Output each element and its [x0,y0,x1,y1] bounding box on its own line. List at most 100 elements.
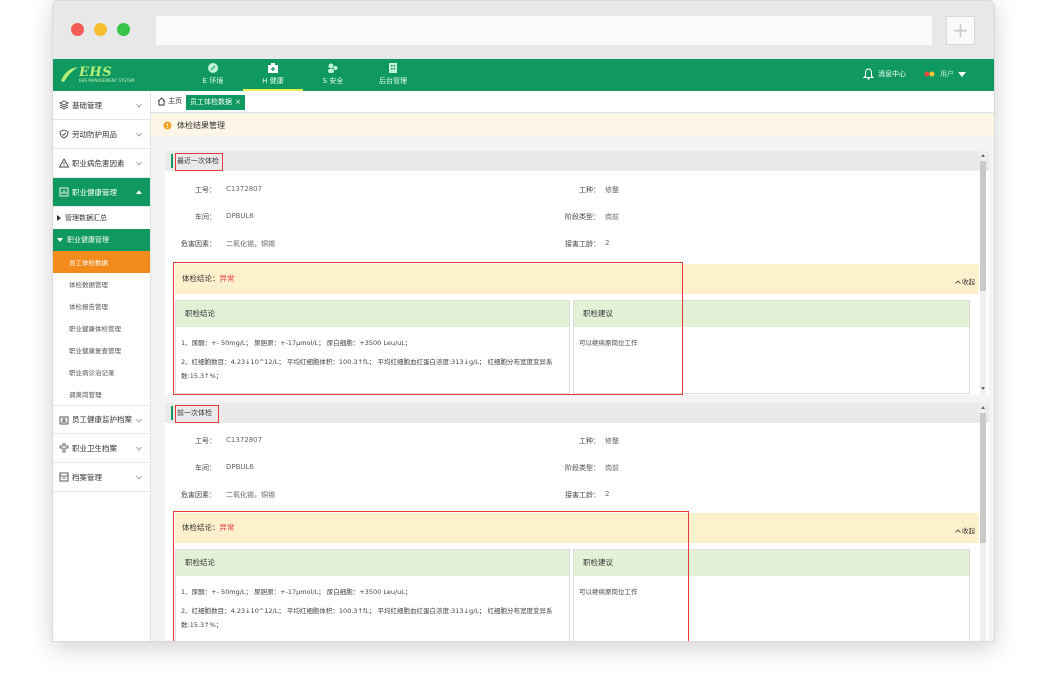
caret-down-icon [57,238,63,242]
exposure-years-value: 2 [605,239,610,247]
message-center-link[interactable]: 消息中心 [878,69,906,79]
header-actions: 消息中心 用户 [863,68,966,80]
collapse-label: 收起 [962,278,975,286]
sidebar-item-hazards[interactable]: 职业病危害因素 [53,149,150,178]
sidebar-item-label: 劳动防护用品 [72,129,117,139]
sidebar-item-label: 员工健康监护档案 [72,415,132,424]
scrollbar-thumb[interactable] [980,413,986,543]
stage-type-label: 阶段类型： [565,213,600,221]
employee-id-value: C1372807 [226,185,263,193]
bell-icon[interactable] [863,68,874,80]
nav-safety[interactable]: S 安全 [303,59,363,91]
collapse-button[interactable]: 收起 [955,525,975,535]
nav-environment[interactable]: E 环境 [183,59,243,91]
building-icon [389,63,397,73]
maximize-window-button[interactable] [117,23,130,36]
workshop-value: DPBUL6 [226,212,254,220]
address-bar[interactable] [156,16,932,45]
leaf-icon [208,63,218,73]
chevron-down-icon [136,475,142,480]
sidebar: 基础管理 劳动防护用品 职业病危害因素 职业健康管理 管理数据汇总 职业健康管理… [53,91,151,641]
sidebar-item-occupational-health[interactable]: 职业健康管理 [53,178,150,207]
scroll-up-icon[interactable] [980,406,985,409]
sidebar-leaf-recheck[interactable]: 职业健康复查管理 [53,339,150,361]
chart-icon [59,187,69,197]
workshop-label: 车间： [195,464,216,472]
nav-health[interactable]: H 健康 [243,59,303,91]
nav-admin[interactable]: 后台管理 [363,59,423,91]
employee-id-label: 工号： [195,437,216,445]
folder-person-icon [59,416,69,424]
scrollbar-thumb[interactable] [980,161,986,291]
info-icon [163,121,172,129]
tab-employee-exam-data[interactable]: 员工体检数据 × [186,95,245,110]
sidebar-leaf-exam-data[interactable]: 体检数据管理 [53,273,150,295]
warning-icon [59,158,69,168]
sidebar-leaf-diagnosis[interactable]: 职业病诊治记录 [53,361,150,383]
shield-icon [59,129,69,139]
user-name[interactable]: 用户 [940,69,954,79]
app-header: EHS EHS MANAGEMENT SYSTEM E 环境 H 健康 S 安全… [53,59,994,91]
close-window-button[interactable] [71,23,84,36]
nav-health-label: H 健康 [262,77,284,85]
collapse-button[interactable]: 收起 [955,276,975,286]
health-file-icon [59,443,69,453]
sidebar-item-protection[interactable]: 劳动防护用品 [53,120,150,149]
tab-active-label: 员工体检数据 [190,98,232,106]
browser-window: + EHS EHS MANAGEMENT SYSTEM E 环境 H 健康 S … [52,0,995,642]
breadcrumb-title: 体检结果管理 [177,120,225,130]
sidebar-leaf-employee-exam-data[interactable]: 员工体检数据 [53,251,150,273]
workshop-value: DPBUL6 [226,463,254,471]
exposure-years-value: 2 [605,490,610,498]
sidebar-leaf-health-exam[interactable]: 职业健康体检管理 [53,317,150,339]
minimize-window-button[interactable] [94,23,107,36]
exposure-years-label: 接害工龄： [565,491,600,499]
close-icon[interactable]: × [235,98,241,106]
job-type-value: 修整 [605,437,619,445]
chevron-down-icon[interactable] [958,71,966,77]
app-logo[interactable]: EHS EHS MANAGEMENT SYSTEM [59,63,151,87]
home-icon [157,96,166,105]
new-tab-button[interactable]: + [946,16,975,45]
tab-bar: 主页 员工体检数据 × [151,91,994,113]
chevron-down-icon [136,132,142,137]
sidebar-sub-health-management[interactable]: 职业健康管理 [53,229,150,251]
collapse-label: 收起 [962,527,975,535]
sidebar-item-label: 基础管理 [72,100,102,110]
scroll-up-icon[interactable] [980,154,985,157]
chevron-up-icon [136,190,142,195]
highlight-box [175,405,219,423]
panel-header: 前一次体检 [165,403,989,423]
sidebar-item-hygiene-archive[interactable]: 职业卫生档案 [53,434,150,463]
stage-type-value: 岗前 [605,464,619,472]
sidebar-leaf-exam-report[interactable]: 体检报告管理 [53,295,150,317]
hazard-value: 二氧化锡，铜锡 [226,240,275,248]
sidebar-item-archive[interactable]: 档案管理 [53,463,150,492]
sidebar-item-health-archive[interactable]: 员工健康监护档案 [53,405,150,434]
scroll-down-icon[interactable] [980,387,985,390]
sidebar-item-label: 职业病危害因素 [72,158,125,168]
nav-admin-label: 后台管理 [379,77,407,85]
employee-id-label: 工号： [195,186,216,194]
avatar[interactable] [924,70,936,78]
exposure-years-label: 接害工龄： [565,240,600,248]
sidebar-item-basic[interactable]: 基础管理 [53,91,150,120]
tab-home[interactable]: 主页 [157,96,182,106]
chevron-down-icon [136,103,142,108]
logo-swoosh-icon [61,67,78,82]
sidebar-sub-label: 职业健康管理 [67,236,109,244]
tab-home-label: 主页 [168,97,182,105]
panel-header: 最近一次体检 [165,151,989,171]
sidebar-leaf-transfer[interactable]: 调离岗管理 [53,383,150,405]
stage-type-label: 阶段类型： [565,464,600,472]
main-content: 主页 员工体检数据 × 体检结果管理 最近一次体检 工号： C1372807 工种… [151,91,994,641]
workshop-label: 车间： [195,213,216,221]
chevron-down-icon [136,161,142,166]
job-type-label: 工种： [579,186,600,194]
sidebar-sub-label: 管理数据汇总 [65,214,107,222]
archive-icon [59,472,69,482]
sidebar-item-label: 档案管理 [72,472,102,482]
browser-chrome: + [53,1,994,59]
sidebar-sub-summary[interactable]: 管理数据汇总 [53,207,150,229]
stack-icon [59,100,69,110]
